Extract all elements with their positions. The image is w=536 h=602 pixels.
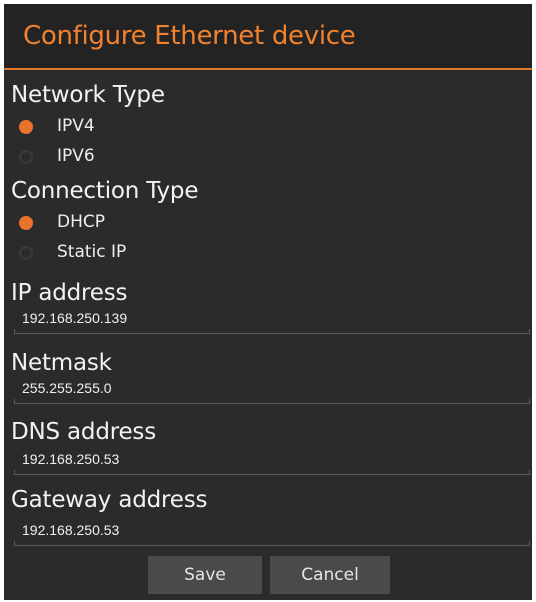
ip-address-field[interactable]: 192.168.250.139 <box>14 306 530 334</box>
input-underline <box>14 403 530 404</box>
cancel-button[interactable]: Cancel <box>270 556 390 594</box>
radio-checked-icon[interactable] <box>19 216 33 230</box>
netmask-field[interactable]: 255.255.255.0 <box>14 376 530 404</box>
input-tick <box>529 329 530 334</box>
input-underline <box>14 545 530 546</box>
input-tick <box>529 399 530 404</box>
radio-ipv4-label[interactable]: IPV4 <box>57 116 95 136</box>
input-tick <box>14 470 15 475</box>
dns-address-field[interactable]: 192.168.250.53 <box>14 447 530 475</box>
radio-checked-icon[interactable] <box>19 120 33 134</box>
dialog-title-bar: Configure Ethernet device <box>4 4 532 70</box>
dns-address-label: DNS address <box>11 419 156 445</box>
gateway-address-field[interactable]: 192.168.250.53 <box>14 518 530 546</box>
dialog-title: Configure Ethernet device <box>23 21 356 51</box>
radio-ipv6[interactable]: IPV6 <box>16 145 236 169</box>
radio-unchecked-icon[interactable] <box>19 150 33 164</box>
gateway-address-label: Gateway address <box>11 487 208 513</box>
gateway-address-value[interactable]: 192.168.250.53 <box>22 522 119 538</box>
radio-unchecked-icon[interactable] <box>19 246 33 260</box>
ip-address-value[interactable]: 192.168.250.139 <box>22 310 127 326</box>
input-tick <box>529 470 530 475</box>
input-tick <box>529 541 530 546</box>
radio-static-ip-label[interactable]: Static IP <box>57 242 126 262</box>
netmask-value[interactable]: 255.255.255.0 <box>22 380 112 396</box>
radio-dhcp[interactable]: DHCP <box>16 211 236 235</box>
input-tick <box>14 399 15 404</box>
ip-address-label: IP address <box>11 280 128 306</box>
radio-dhcp-label[interactable]: DHCP <box>57 212 105 232</box>
input-underline <box>14 333 530 334</box>
network-type-label: Network Type <box>11 82 165 108</box>
input-underline <box>14 474 530 475</box>
input-tick <box>14 329 15 334</box>
connection-type-label: Connection Type <box>11 178 199 204</box>
netmask-label: Netmask <box>11 350 112 376</box>
input-tick <box>14 541 15 546</box>
radio-static-ip[interactable]: Static IP <box>16 241 236 265</box>
radio-ipv4[interactable]: IPV4 <box>16 115 236 139</box>
dns-address-value[interactable]: 192.168.250.53 <box>22 451 119 467</box>
radio-ipv6-label[interactable]: IPV6 <box>57 146 95 166</box>
ethernet-config-dialog: Configure Ethernet device Network Type I… <box>0 0 536 602</box>
save-button[interactable]: Save <box>148 556 262 594</box>
